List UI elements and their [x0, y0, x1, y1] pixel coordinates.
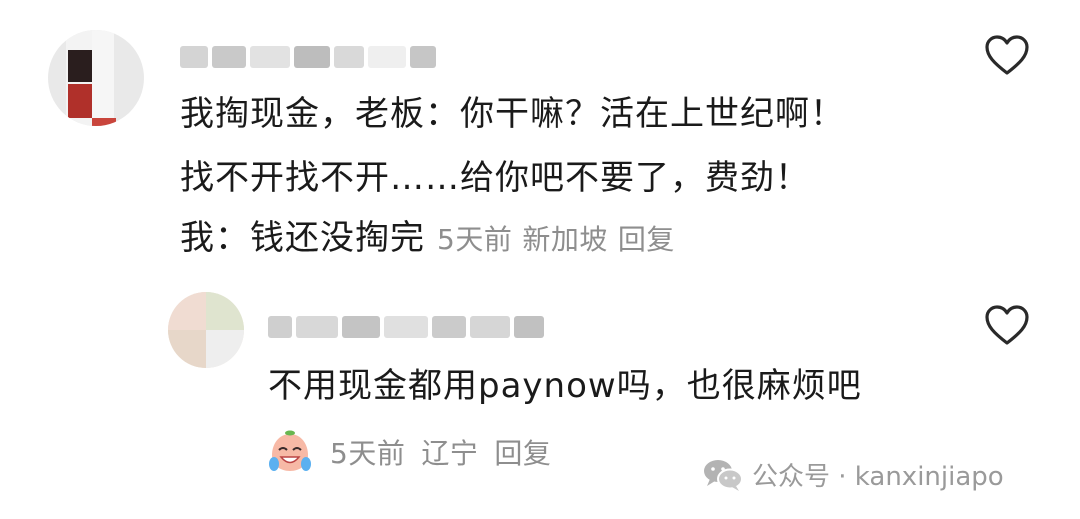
comment-text-line-3: 我：钱还没掏完: [180, 218, 425, 258]
avatar[interactable]: [168, 292, 244, 368]
blur-block: [432, 316, 466, 338]
crying-laughing-emoji: [269, 430, 311, 471]
blur-block: [342, 316, 380, 338]
avatar-pixel: [206, 292, 244, 330]
blur-block: [294, 46, 330, 68]
blur-block: [212, 46, 246, 68]
blur-block: [470, 316, 510, 338]
blur-block: [368, 46, 406, 68]
blur-block: [410, 46, 436, 68]
blur-block: [180, 46, 208, 68]
username-blurred[interactable]: [268, 316, 544, 338]
avatar-pixel: [92, 30, 114, 126]
avatar-pixel: [206, 330, 244, 368]
avatar-pixel: [68, 50, 92, 82]
comment-time: 5天前: [437, 223, 513, 256]
avatar-pixel: [168, 330, 206, 368]
heart-outline-icon[interactable]: [984, 304, 1030, 346]
blur-block: [514, 316, 544, 338]
username-blurred[interactable]: [180, 46, 436, 68]
reply-button[interactable]: 回复: [618, 223, 675, 256]
blur-block: [296, 316, 338, 338]
reply-location: 辽宁: [421, 437, 479, 470]
comment-text-line: 我掏现金，老板：你干嘛？活在上世纪啊！: [180, 94, 845, 134]
reply-button[interactable]: 回复: [494, 432, 551, 472]
reply-meta-row: 5天前 辽宁 回复: [266, 428, 551, 476]
blur-block: [384, 316, 428, 338]
reply-time: 5天前: [330, 437, 406, 470]
avatar-pixel: [92, 118, 116, 126]
comment-text-line: 我：钱还没掏完 5天前 新加坡 回复: [180, 216, 675, 262]
watermark: 公众号 · kanxinjiapo: [702, 456, 1004, 493]
avatar-pixel: [68, 84, 92, 118]
blur-block: [268, 316, 292, 338]
blur-block: [250, 46, 290, 68]
comment-location: 新加坡: [522, 223, 608, 256]
avatar-pixel: [168, 292, 206, 330]
reply-text: 不用现金都用paynow吗，也很麻烦吧: [268, 366, 862, 406]
comment-text-line: 找不开找不开……给你吧不要了，费劲！: [180, 158, 810, 198]
watermark-text: 公众号 · kanxinjiapo: [752, 462, 1004, 492]
wechat-icon: [704, 459, 743, 491]
avatar[interactable]: [48, 30, 144, 126]
blur-block: [334, 46, 364, 68]
heart-outline-icon[interactable]: [984, 34, 1030, 76]
